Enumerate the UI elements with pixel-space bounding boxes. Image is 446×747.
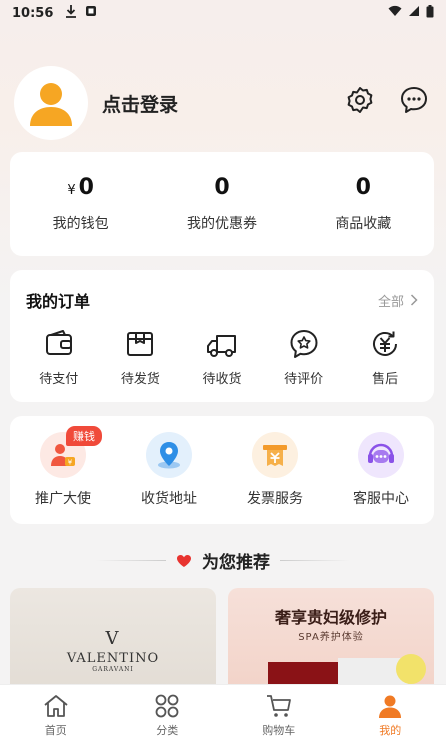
avatar[interactable] [16,68,86,138]
service-label: 推广大使 [35,491,91,507]
product-card[interactable]: V VALENTINO GARAVANI [10,588,216,698]
refund-icon [373,331,398,356]
login-link[interactable]: 点击登录 [102,90,178,117]
divider [96,560,166,561]
wallet-label: 我的钱包 [52,216,109,232]
bottom-tab-bar: 首页 分类 购物车 我的 [0,684,446,747]
recommend-title: 为您推荐 [202,553,270,573]
tab-cart[interactable]: 购物车 [223,685,335,747]
tab-label: 分类 [156,724,179,737]
order-item-label: 待评价 [284,372,324,387]
signal-icon [408,5,420,21]
home-icon [44,695,68,717]
order-item-label: 售后 [372,372,399,387]
order-pending-review[interactable]: 待评价 [269,328,339,387]
product-subtitle: SPA养护体验 [298,632,364,643]
product-title: 奢享贵妇级修护 [274,608,387,627]
service-label: 发票服务 [247,491,303,507]
wifi-icon [388,5,402,21]
order-item-label: 待收货 [202,372,242,387]
truck-icon [206,335,236,357]
brand-sub: GARAVANI [92,666,134,673]
download-icon [65,4,77,22]
service-address[interactable]: 收货地址 [124,432,214,524]
favorites-stat[interactable]: 0 商品收藏 [293,152,434,256]
profile-icon [379,695,402,718]
status-bar: 10:56 [0,0,446,26]
svg-text:¥: ¥ [68,459,73,467]
order-item-label: 待支付 [39,372,79,387]
coupon-label: 我的优惠券 [186,216,257,232]
orders-all-link[interactable]: 全部 [378,291,418,310]
tab-profile[interactable]: 我的 [335,685,446,747]
battery-icon [426,4,434,22]
category-icon [155,694,179,718]
recommend-header: 为您推荐 [0,548,446,573]
coupon-value: 0 [214,175,230,200]
headset-icon [358,432,404,478]
favorites-value: 0 [355,175,371,200]
order-pending-receipt[interactable]: 待收货 [187,328,257,387]
orders-card: 我的订单 全部 待支付 待发货 待收货 待评价 售后 [10,270,434,402]
wallet-stat[interactable]: ¥0 我的钱包 [10,152,151,256]
location-icon [146,432,192,478]
valentino-logo: V VALENTINO GARAVANI [10,628,216,673]
service-label: 收货地址 [141,491,197,507]
service-ambassador[interactable]: ¥ 推广大使 赚钱 [18,426,108,524]
header-actions [344,84,430,116]
service-customer-center[interactable]: 客服中心 [336,432,426,524]
cart-icon [266,695,291,717]
invoice-icon [252,432,298,478]
divider [280,560,350,561]
settings-icon[interactable] [344,84,376,116]
tab-home[interactable]: 首页 [0,685,112,747]
order-pending-shipment[interactable]: 待发货 [105,328,175,387]
message-icon[interactable] [398,84,430,116]
brand-name: VALENTINO [66,651,160,666]
chevron-right-icon [410,294,418,306]
tab-category[interactable]: 分类 [112,685,224,747]
service-invoice[interactable]: 发票服务 [230,432,320,524]
notification-app-icon [85,5,97,21]
brand-mark: V [105,628,121,649]
wallet-icon [45,330,72,355]
profile-header[interactable]: 点击登录 [16,68,178,138]
product-seal [396,654,426,684]
avatar-person-icon [30,83,72,126]
favorites-label: 商品收藏 [335,216,392,232]
heart-icon [177,554,191,567]
star-comment-icon [290,330,318,358]
tab-label: 购物车 [262,724,296,737]
orders-title: 我的订单 [26,292,91,311]
currency-symbol: ¥ [67,183,76,198]
account-stats-card: ¥0 我的钱包 0 我的优惠券 0 商品收藏 [10,152,434,256]
earn-money-badge: 赚钱 [66,426,102,446]
coupon-stat[interactable]: 0 我的优惠券 [151,152,292,256]
package-icon [127,332,154,356]
order-pending-payment[interactable]: 待支付 [24,328,94,387]
tab-label: 我的 [379,724,402,737]
tab-label: 首页 [44,724,67,737]
status-time: 10:56 [12,5,54,21]
services-card: ¥ 推广大使 赚钱 收货地址 发票服务 客服中心 [10,416,434,524]
wallet-value: 0 [78,175,94,200]
orders-all-label: 全部 [377,294,404,310]
product-card[interactable]: 奢享贵妇级修护 SPA养护体验 [228,588,434,698]
service-label: 客服中心 [353,491,409,507]
order-item-label: 待发货 [120,372,160,387]
order-after-sales[interactable]: 售后 [350,328,420,387]
